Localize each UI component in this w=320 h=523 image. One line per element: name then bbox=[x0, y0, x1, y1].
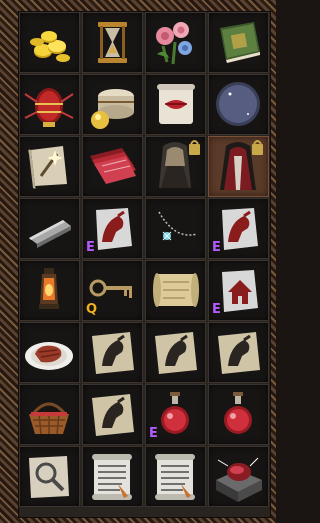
inventory-slot[interactable] bbox=[82, 322, 143, 383]
inventory-grid: E E Q E E bbox=[18, 11, 271, 518]
inventory-slot[interactable] bbox=[145, 322, 206, 383]
letter-scroll-icon bbox=[92, 454, 132, 500]
item-badge: E bbox=[212, 240, 221, 255]
wolf-note-icon bbox=[218, 332, 260, 374]
inventory-slot[interactable] bbox=[19, 12, 80, 73]
sparkle-scroll-icon bbox=[28, 146, 67, 189]
inventory-row: E E bbox=[18, 198, 271, 260]
inventory-slot[interactable] bbox=[82, 446, 143, 507]
inventory-slot[interactable] bbox=[82, 384, 143, 445]
inventory-slot[interactable] bbox=[19, 198, 80, 259]
inventory-slot[interactable] bbox=[19, 322, 80, 383]
inventory-slot[interactable] bbox=[208, 384, 269, 445]
red-egg-icon bbox=[24, 88, 74, 127]
inventory-slot[interactable] bbox=[19, 260, 80, 321]
item-badge: E bbox=[212, 302, 221, 317]
inventory-slot[interactable] bbox=[82, 12, 143, 73]
wolf-note-icon bbox=[155, 332, 197, 374]
inventory-row: Q E bbox=[18, 260, 271, 322]
inventory-slot[interactable] bbox=[19, 446, 80, 507]
inventory-slot-selected[interactable] bbox=[208, 136, 269, 197]
steak-plate-icon bbox=[25, 342, 73, 370]
inventory-slot[interactable] bbox=[145, 74, 206, 135]
inventory-slot[interactable] bbox=[19, 384, 80, 445]
inventory-slot[interactable]: E bbox=[145, 384, 206, 445]
lantern-icon bbox=[39, 268, 59, 309]
inventory-slot[interactable]: E bbox=[208, 260, 269, 321]
item-badge: Q bbox=[86, 302, 98, 317]
inventory-slot[interactable] bbox=[145, 446, 206, 507]
inventory-slot[interactable] bbox=[145, 12, 206, 73]
inventory-slot[interactable] bbox=[208, 322, 269, 383]
inventory-slot[interactable] bbox=[145, 136, 206, 197]
crescent-moon-icon bbox=[216, 82, 260, 126]
inventory-slot[interactable]: Q bbox=[82, 260, 143, 321]
red-potion-icon bbox=[224, 392, 252, 434]
chain-amulet-icon bbox=[158, 211, 198, 241]
inventory-row bbox=[18, 446, 271, 508]
inventory-slot[interactable] bbox=[145, 198, 206, 259]
wolf-note-icon bbox=[92, 332, 134, 374]
hooded-cloak-locked-icon bbox=[159, 140, 200, 188]
inventory-row: E bbox=[18, 384, 271, 446]
inventory-slot[interactable]: E bbox=[82, 198, 143, 259]
red-cloak-locked-icon bbox=[220, 140, 263, 190]
inventory-slot[interactable] bbox=[145, 260, 206, 321]
inventory-slot[interactable] bbox=[82, 74, 143, 135]
lips-scroll-icon bbox=[157, 84, 195, 124]
inventory-slot[interactable] bbox=[208, 12, 269, 73]
inventory-slot[interactable]: E bbox=[208, 198, 269, 259]
flowers-icon bbox=[156, 22, 192, 65]
inventory-slot[interactable] bbox=[19, 74, 80, 135]
hat-box-icon bbox=[91, 89, 134, 129]
inventory-row bbox=[18, 136, 271, 198]
inventory-row bbox=[18, 74, 271, 136]
inventory-slot[interactable] bbox=[82, 136, 143, 197]
inventory-row bbox=[18, 12, 271, 74]
wolf-note-icon bbox=[92, 394, 134, 436]
basket-icon bbox=[29, 402, 69, 435]
ruby-box-icon bbox=[216, 457, 262, 502]
rolled-map-icon bbox=[153, 273, 199, 307]
iron-bar-icon bbox=[29, 220, 71, 248]
inventory-row bbox=[18, 322, 271, 384]
hourglass-icon bbox=[98, 22, 127, 63]
item-badge: E bbox=[149, 426, 158, 441]
red-cloth-icon bbox=[90, 148, 136, 184]
inventory-frame: E E Q E E bbox=[0, 0, 276, 523]
magnifier-note-icon bbox=[29, 456, 69, 498]
item-badge: E bbox=[86, 240, 95, 255]
inventory-slot[interactable] bbox=[19, 136, 80, 197]
letter-scroll-icon bbox=[155, 454, 195, 500]
gold-coins-icon bbox=[30, 31, 70, 62]
inventory-slot[interactable] bbox=[208, 74, 269, 135]
green-book-icon bbox=[220, 22, 260, 63]
inventory-slot[interactable] bbox=[208, 446, 269, 507]
